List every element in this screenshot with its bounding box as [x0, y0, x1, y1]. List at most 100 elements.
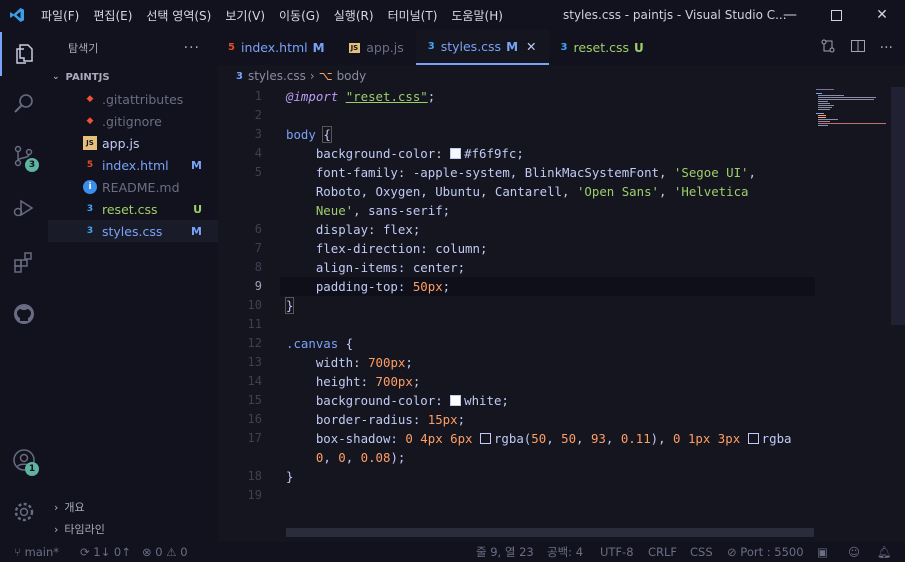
extensions-icon[interactable]	[0, 240, 48, 284]
close-window-button[interactable]: ✕	[859, 0, 905, 30]
accounts-badge: 1	[25, 462, 39, 476]
more-actions-icon[interactable]: ···	[184, 40, 200, 56]
open-changes-icon[interactable]	[820, 38, 836, 58]
title-bar: 파일(F) 편집(E) 선택 영역(S) 보기(V) 이동(G) 실행(R) 터…	[0, 0, 905, 30]
code-line: background-color: #f6f9fc;	[286, 146, 524, 161]
split-editor-icon[interactable]	[850, 38, 866, 58]
file-item[interactable]: i README.md	[48, 176, 218, 198]
source-control-icon[interactable]: 3	[0, 134, 48, 178]
git-status-badge: U	[193, 202, 202, 216]
line-number	[218, 182, 262, 201]
code-editor[interactable]: 1 2 3 4 5 6 7 8 9 10 11 12 13 14 15 16 17 18 19 @import "r…	[218, 87, 905, 542]
file-item[interactable]: 3 reset.css U	[48, 198, 218, 220]
cursor-position[interactable]: 줄 9, 열 23	[476, 544, 534, 560]
menu-edit[interactable]: 편집(E)	[86, 7, 139, 24]
file-item[interactable]: ◆ .gitignore	[48, 110, 218, 132]
source-control-badge: 3	[25, 158, 39, 172]
code-line: flex-direction: column;	[286, 241, 488, 256]
breadcrumb: 3 styles.css › ⌥ body	[218, 65, 905, 87]
line-number: 5	[254, 165, 262, 179]
file-item[interactable]: ◆ .gitattributes	[48, 88, 218, 110]
html-icon: 5	[86, 160, 94, 170]
sync-status[interactable]: ⟳ 1↓ 0↑	[80, 545, 131, 559]
more-actions-icon[interactable]: ···	[880, 40, 893, 56]
chevron-right-icon: ›	[54, 500, 59, 514]
minimize-button[interactable]: —	[767, 0, 813, 30]
code-line: .canvas {	[286, 336, 354, 351]
code-line: border-radius: 15px;	[286, 412, 466, 427]
file-name: app.js	[102, 135, 140, 151]
tab-label: app.js	[366, 40, 404, 55]
language-mode[interactable]: CSS	[690, 545, 713, 559]
live-server-status[interactable]: ⊘ Port : 5500	[727, 545, 804, 559]
branch-label: main*	[24, 545, 60, 559]
line-number: 4	[254, 146, 262, 160]
menu-file[interactable]: 파일(F)	[34, 7, 86, 24]
css-icon: 3	[86, 226, 94, 236]
menu-go[interactable]: 이동(G)	[272, 7, 327, 24]
code-line: background-color: white;	[286, 393, 509, 408]
code-line: }	[286, 469, 294, 484]
tab-reset-css[interactable]: 3 reset.css U	[549, 30, 656, 65]
notifications-bell-icon[interactable]: 🔔︎	[877, 545, 892, 559]
feedback-icon[interactable]: ☺	[848, 545, 860, 559]
github-icon[interactable]	[0, 292, 48, 336]
js-icon: JS	[348, 42, 361, 53]
code-line: }	[284, 297, 295, 314]
css-icon: 3	[86, 204, 94, 214]
maximize-button[interactable]	[813, 0, 859, 30]
breadcrumb-file[interactable]: styles.css	[248, 69, 306, 83]
file-item[interactable]: 3 styles.css M	[48, 220, 218, 242]
tab-status-badge: M	[312, 40, 325, 55]
file-name: styles.css	[102, 223, 163, 239]
problems-status[interactable]: ⊗ 0 ⚠ 0	[142, 545, 188, 559]
js-icon: JS	[83, 136, 97, 150]
tab-label: index.html	[240, 40, 308, 55]
menu-view[interactable]: 보기(V)	[218, 7, 272, 24]
line-number: 14	[247, 374, 262, 388]
settings-gear-icon[interactable]	[0, 490, 48, 534]
code-line: align-items: center;	[286, 260, 466, 275]
eol-status[interactable]: CRLF	[648, 545, 677, 559]
vscode-logo-icon	[0, 7, 34, 23]
tab-label: styles.css	[440, 39, 502, 54]
encoding-status[interactable]: UTF-8	[600, 545, 634, 559]
search-icon[interactable]	[0, 82, 48, 126]
indentation-status[interactable]: 공백: 4	[547, 544, 583, 560]
line-number: 7	[254, 241, 262, 255]
horizontal-scrollbar[interactable]	[286, 528, 814, 537]
branch-status[interactable]: ⑂ main*	[14, 545, 59, 559]
terminal-icon[interactable]: ▣	[817, 545, 828, 559]
outline-section[interactable]: › 개요	[48, 496, 224, 518]
minimap[interactable]	[814, 87, 890, 147]
line-number: 9	[254, 279, 262, 293]
run-debug-icon[interactable]	[0, 186, 48, 230]
code-line: box-shadow: 0 4px 6px rgba(50, 50, 93, 0…	[286, 431, 792, 446]
chevron-right-icon: ›	[54, 522, 59, 536]
outline-label: 개요	[64, 501, 85, 514]
vertical-scrollbar[interactable]	[891, 87, 905, 325]
tab-index-html[interactable]: 5 index.html M	[218, 30, 337, 65]
tab-app-js[interactable]: JS app.js	[337, 30, 416, 65]
file-item[interactable]: JS app.js	[48, 132, 218, 154]
menu-run[interactable]: 실행(R)	[327, 7, 381, 24]
menu-selection[interactable]: 선택 영역(S)	[139, 7, 218, 24]
explorer-icon[interactable]	[0, 32, 50, 76]
file-item[interactable]: 5 index.html M	[48, 154, 218, 176]
git-status-badge: M	[191, 158, 202, 172]
problems-label: 0 ⚠ 0	[155, 545, 188, 559]
chevron-right-icon: ›	[309, 69, 315, 83]
menu-terminal[interactable]: 터미널(T)	[381, 7, 445, 24]
status-bar: ⑂ main* ⟳ 1↓ 0↑ ⊗ 0 ⚠ 0 줄 9, 열 23 공백: 4 …	[0, 542, 905, 562]
activity-bar: 3 1	[0, 30, 48, 542]
file-name: .gitattributes	[102, 91, 184, 107]
tab-styles-css[interactable]: 3 styles.css M ✕	[415, 30, 549, 65]
accounts-icon[interactable]: 1	[0, 438, 48, 482]
workspace-root-folder[interactable]: ⌄ PAINTJS	[48, 66, 218, 88]
breadcrumb-symbol[interactable]: body	[337, 69, 367, 83]
chevron-down-icon: ⌄	[52, 72, 60, 82]
close-tab-icon[interactable]: ✕	[526, 39, 536, 54]
timeline-section[interactable]: › 타임라인	[48, 518, 224, 540]
menu-help[interactable]: 도움말(H)	[444, 7, 510, 24]
port-label: Port : 5500	[740, 545, 804, 559]
